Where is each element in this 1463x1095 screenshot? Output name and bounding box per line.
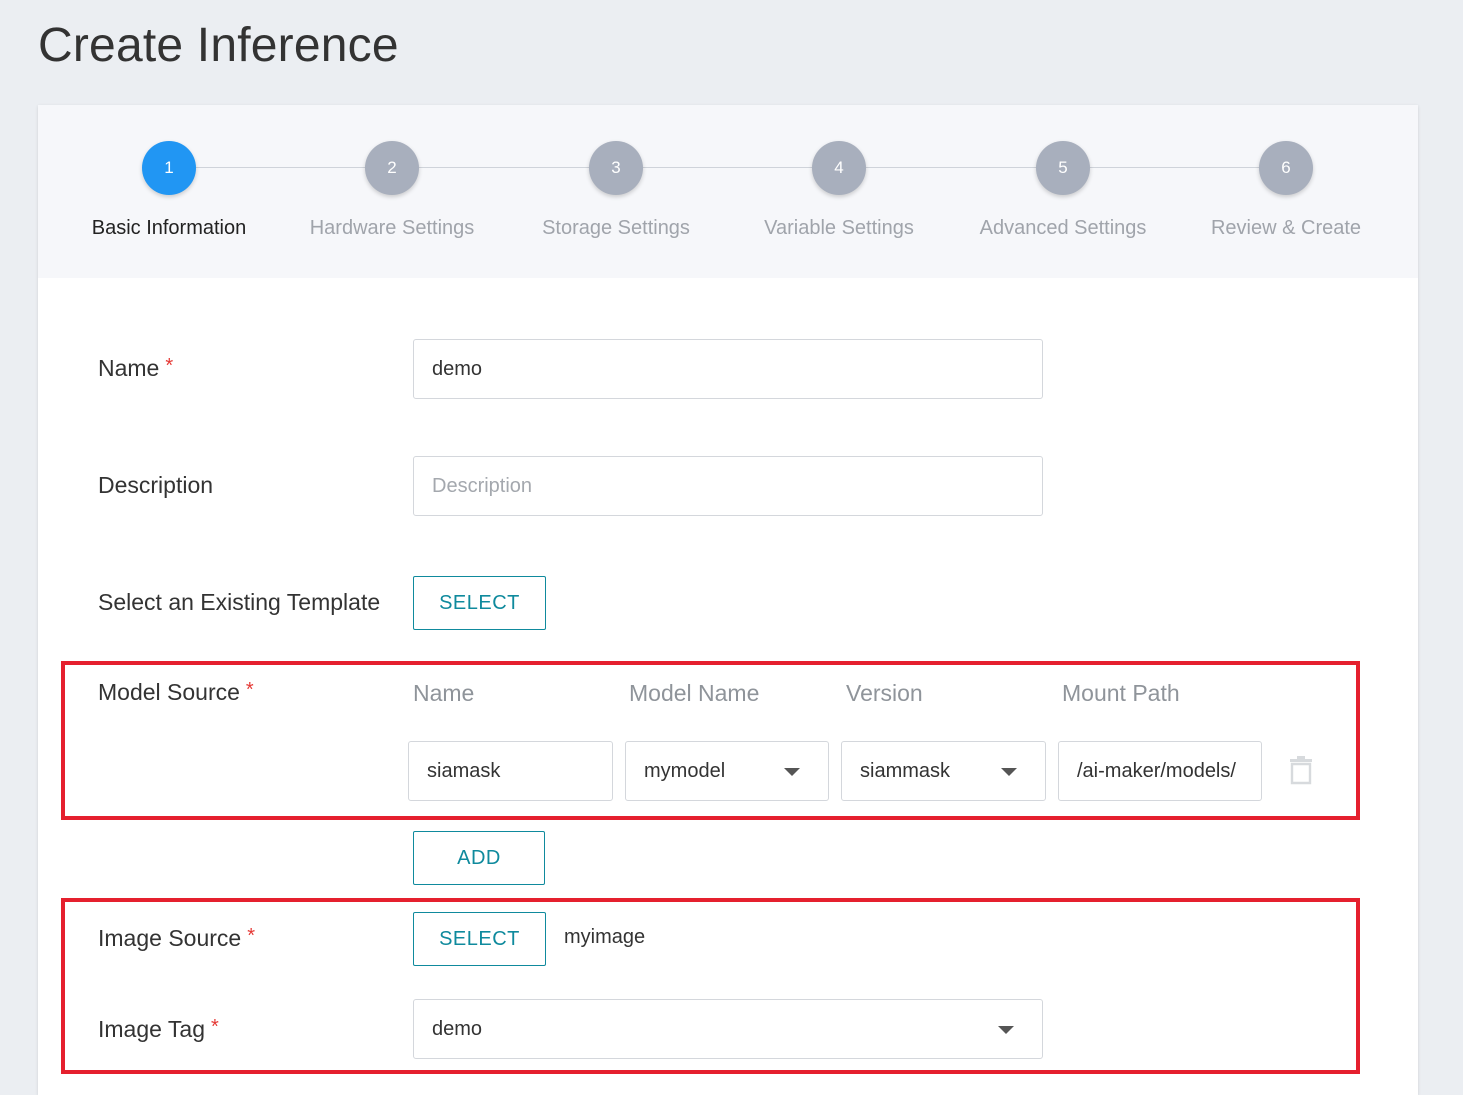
column-header-name: Name — [413, 680, 475, 706]
model-select[interactable]: mymodel — [625, 741, 829, 801]
model-select-value: mymodel — [644, 759, 726, 782]
step-advanced-settings[interactable]: 5 Advanced Settings — [953, 141, 1173, 240]
step-storage-settings[interactable]: 3 Storage Settings — [506, 141, 726, 240]
page-title: Create Inference — [38, 19, 399, 72]
step-variable-settings[interactable]: 4 Variable Settings — [729, 141, 949, 240]
delete-row-icon[interactable] — [1287, 755, 1315, 785]
step-basic-information[interactable]: 1 Basic Information — [59, 141, 279, 240]
required-asterisk: * — [245, 679, 254, 701]
image-tag-select-value: demo — [432, 1017, 483, 1040]
image-tag-label: Image Tag * — [98, 1016, 219, 1043]
step-hardware-settings[interactable]: 2 Hardware Settings — [282, 141, 502, 240]
step-review-create[interactable]: 6 Review & Create — [1176, 141, 1396, 240]
step-number-badge: 2 — [365, 141, 419, 195]
version-select[interactable]: siammask — [841, 741, 1046, 801]
name-label: Name * — [98, 355, 173, 382]
model-name-field[interactable]: siamask — [408, 741, 613, 801]
image-source-label: Image Source * — [98, 925, 255, 952]
select-template-button[interactable]: SELECT — [413, 576, 546, 630]
required-asterisk: * — [247, 925, 255, 947]
description-input[interactable]: Description — [413, 456, 1043, 516]
stepper: 1 Basic Information 2 Hardware Settings … — [38, 105, 1418, 278]
column-header-version: Version — [846, 680, 923, 706]
dropdown-caret-icon — [784, 768, 800, 776]
required-asterisk: * — [210, 1016, 219, 1038]
image-tag-label-text: Image Tag — [98, 1016, 205, 1042]
step-number-badge: 1 — [142, 141, 196, 195]
name-label-text: Name — [98, 355, 160, 381]
dropdown-caret-icon — [1001, 768, 1017, 776]
mount-path-field[interactable]: /ai-maker/models/ — [1058, 741, 1262, 801]
create-inference-card: 1 Basic Information 2 Hardware Settings … — [38, 105, 1418, 1095]
step-label: Advanced Settings — [979, 217, 1147, 239]
add-model-button[interactable]: ADD — [413, 831, 545, 885]
select-image-button[interactable]: SELECT — [413, 912, 546, 966]
model-source-label-text: Model Source — [98, 679, 240, 705]
model-source-label: Model Source * — [98, 679, 254, 706]
column-header-mount-path: Mount Path — [1062, 680, 1180, 706]
selected-image-name: myimage — [564, 926, 646, 948]
step-number-badge: 4 — [812, 141, 866, 195]
required-asterisk: * — [165, 355, 174, 377]
dropdown-caret-icon — [998, 1026, 1014, 1034]
step-label: Storage Settings — [542, 217, 690, 239]
step-label: Variable Settings — [764, 217, 914, 239]
image-tag-select[interactable]: demo — [413, 999, 1043, 1059]
step-label: Basic Information — [91, 217, 247, 239]
version-select-value: siammask — [860, 759, 951, 782]
column-header-model-name: Model Name — [629, 680, 760, 706]
image-source-label-text: Image Source — [98, 925, 242, 951]
step-number-badge: 3 — [589, 141, 643, 195]
step-number-badge: 6 — [1259, 141, 1313, 195]
template-label: Select an Existing Template — [98, 589, 381, 615]
step-label: Hardware Settings — [309, 217, 475, 239]
description-label: Description — [98, 472, 214, 498]
step-label: Review & Create — [1210, 217, 1362, 239]
step-number-badge: 5 — [1036, 141, 1090, 195]
name-input[interactable]: demo — [413, 339, 1043, 399]
